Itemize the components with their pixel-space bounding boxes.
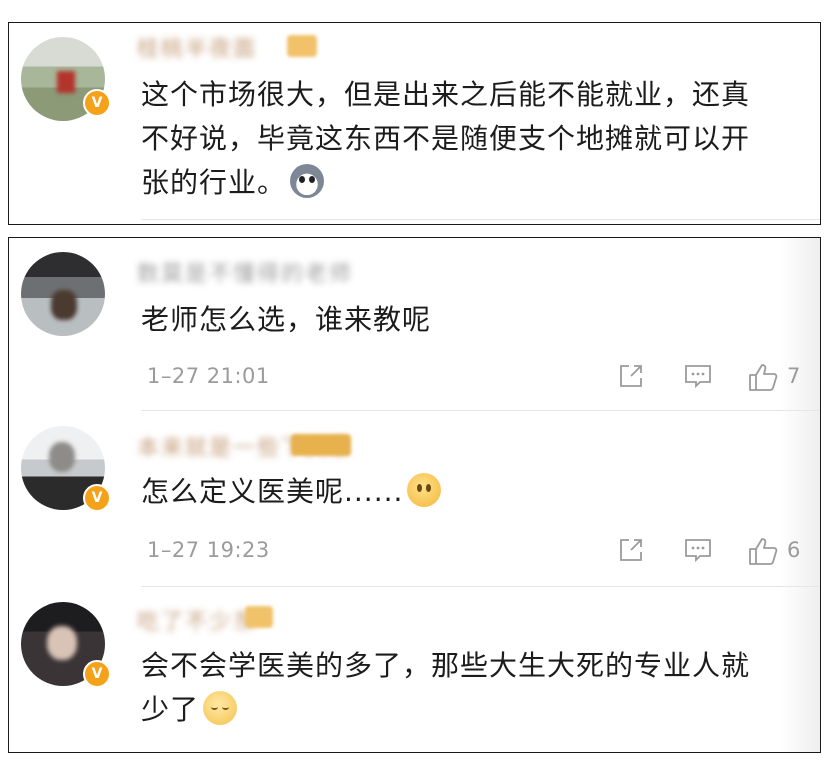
rank-badge-icon bbox=[287, 35, 317, 57]
comment-line: 老师怎么选，谁来教呢 bbox=[141, 303, 432, 336]
comment-meta: 1–27 19:23 6 bbox=[147, 536, 800, 566]
username[interactable]: 桂桃半夜面 bbox=[137, 31, 257, 62]
divider bbox=[141, 219, 820, 220]
divider bbox=[141, 586, 820, 587]
husky-dog-icon bbox=[290, 164, 325, 198]
comment-icon[interactable] bbox=[683, 536, 713, 566]
comment-text: 会不会学医美的多了，那些大生大死的专业人就 少了 bbox=[141, 644, 796, 732]
divider bbox=[141, 410, 820, 411]
comment-line: 会不会学医美的多了，那些大生大死的专业人就 bbox=[141, 649, 751, 682]
comment-icon[interactable] bbox=[683, 362, 713, 392]
comment-line: 不好说，毕竟这东西不是随便支个地摊就可以开 bbox=[141, 122, 751, 155]
comment-list-panel: 数莫是不懂得的老师 老师怎么选，谁来教呢 1–27 21:01 7 V 本来就是… bbox=[8, 237, 821, 753]
comment-line: 少了 bbox=[141, 688, 796, 732]
rank-badge-icon bbox=[245, 606, 273, 628]
sad-face-icon bbox=[203, 691, 238, 725]
avatar[interactable] bbox=[21, 252, 105, 336]
username[interactable]: 吃了不少东 bbox=[137, 604, 257, 635]
comment-line: 怎么定义医美呢...... bbox=[141, 470, 796, 514]
like-icon[interactable] bbox=[747, 362, 779, 392]
comment-text: 老师怎么选，谁来教呢 bbox=[141, 298, 796, 342]
comment-line: 张的行业。 bbox=[141, 161, 796, 205]
comment-text: 这个市场很大，但是出来之后能不能就业，还真 不好说，毕竟这东西不是随便支个地摊就… bbox=[141, 73, 796, 205]
like-count: 6 bbox=[787, 538, 801, 562]
share-icon[interactable] bbox=[617, 536, 645, 566]
fan-badge-icon bbox=[291, 434, 351, 456]
verified-badge-icon: V bbox=[83, 660, 111, 688]
verified-badge-icon: V bbox=[83, 89, 111, 117]
verified-badge-icon: V bbox=[83, 484, 111, 512]
comment-text: 怎么定义医美呢...... bbox=[141, 470, 796, 514]
share-icon[interactable] bbox=[617, 362, 645, 392]
username[interactable]: 数莫是不懂得的老师 bbox=[137, 256, 353, 287]
timestamp: 1–27 19:23 bbox=[147, 538, 270, 562]
thinking-face-icon bbox=[407, 473, 442, 507]
like-icon[interactable] bbox=[747, 536, 779, 566]
top-comment-panel: V 桂桃半夜面 这个市场很大，但是出来之后能不能就业，还真 不好说，毕竟这东西不… bbox=[8, 22, 821, 225]
like-count: 7 bbox=[787, 364, 801, 388]
comment-line: 这个市场很大，但是出来之后能不能就业，还真 bbox=[141, 78, 751, 111]
comment-meta: 1–27 21:01 7 bbox=[147, 362, 800, 392]
timestamp: 1–27 21:01 bbox=[147, 364, 270, 388]
